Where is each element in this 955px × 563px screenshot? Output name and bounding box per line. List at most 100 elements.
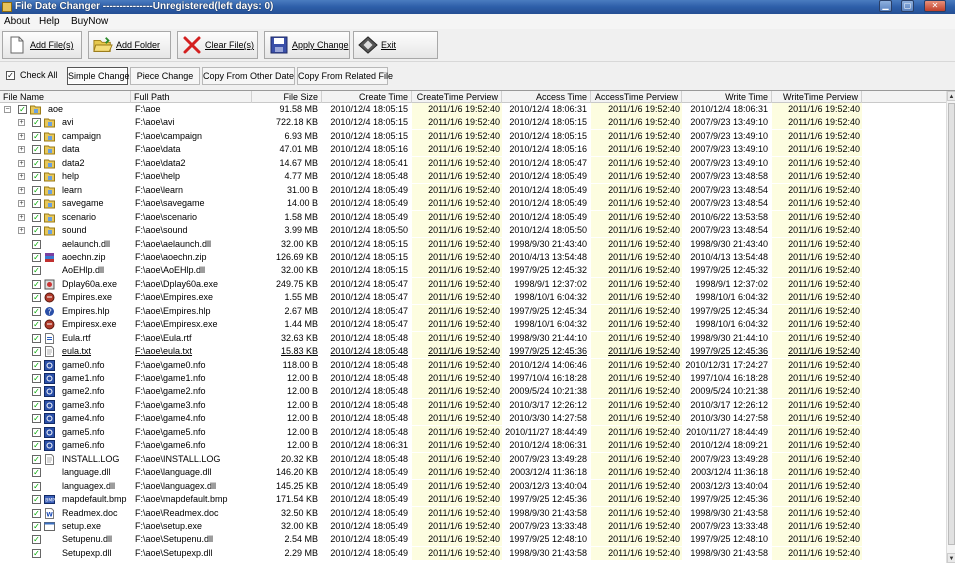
table-row[interactable]: ✓ Empires.exe F:\aoe\Empires.exe 1.55 MB 201… [0, 291, 946, 305]
expand-icon[interactable]: + [18, 186, 25, 194]
table-row[interactable]: ✓ game4.nfo F:\aoe\game4.nfo 12.00 B 2010/12… [0, 412, 946, 426]
expand-icon[interactable]: + [18, 119, 25, 127]
collapse-icon[interactable]: − [4, 106, 11, 113]
maximize-button[interactable]: ▢ [901, 0, 914, 12]
table-row[interactable]: ✓ aoechn.zip F:\aoe\aoechn.zip 126.69 KB 201… [0, 250, 946, 264]
column-header-file-size[interactable]: File Size [252, 91, 322, 103]
row-checkbox[interactable]: ✓ [32, 145, 41, 155]
table-row[interactable]: + ✓ scenario F:\aoe\scenario 1.58 MB 2010/12/… [0, 210, 946, 224]
table-row[interactable]: ✓ Dplay60a.exe F:\aoe\Dplay60a.exe 249.75 K… [0, 277, 946, 291]
row-checkbox[interactable]: ✓ [32, 158, 41, 168]
expand-icon[interactable]: + [18, 159, 25, 167]
table-row[interactable]: + ✓ avi F:\aoe\avi 722.18 KB 2010/12/4 18:05:… [0, 116, 946, 130]
row-checkbox[interactable]: ✓ [32, 212, 41, 222]
table-row[interactable]: ✓ game0.nfo F:\aoe\game0.nfo 118.00 B 2010/1… [0, 358, 946, 372]
tab-simple-change[interactable]: Simple Change [67, 67, 130, 85]
row-checkbox[interactable]: ✓ [32, 252, 41, 262]
row-checkbox[interactable]: ✓ [32, 508, 41, 518]
expand-icon[interactable]: + [18, 132, 25, 140]
table-row[interactable]: ✓ languagex.dll F:\aoe\languagex.dll 145.25… [0, 479, 946, 493]
exit-button[interactable]: Exit [353, 31, 438, 59]
table-row[interactable]: − ✓ aoe F:\aoe 91.58 MB 2010/12/4 18:05:15 201… [0, 103, 946, 116]
column-header-accesstime-preview[interactable]: AccessTime Perview [591, 91, 682, 103]
row-checkbox[interactable]: ✓ [32, 199, 41, 209]
clear-files-button[interactable]: Clear File(s) [177, 31, 258, 59]
column-header-write-time[interactable]: Write Time [682, 91, 772, 103]
table-row[interactable]: ✓ game6.nfo F:\aoe\game6.nfo 12.00 B 2010/12… [0, 439, 946, 453]
row-checkbox[interactable]: ✓ [18, 105, 27, 114]
row-checkbox[interactable]: ✓ [32, 293, 41, 303]
table-row[interactable]: ✓ Setupexp.dll F:\aoe\Setupexp.dll 2.29 MB 2… [0, 546, 946, 560]
table-row[interactable]: ✓ language.dll F:\aoe\language.dll 146.20 K… [0, 466, 946, 480]
column-header-access-time[interactable]: Access Time [502, 91, 591, 103]
check-all-control[interactable]: ✓ Check All [6, 70, 58, 80]
table-row[interactable]: + ✓ data2 F:\aoe\data2 14.67 MB 2010/12/4 18:… [0, 156, 946, 170]
row-checkbox[interactable]: ✓ [32, 441, 41, 451]
column-header-full-path[interactable]: Full Path [131, 91, 252, 103]
row-checkbox[interactable]: ✓ [32, 185, 41, 195]
menu-about[interactable]: About [4, 14, 30, 29]
table-row[interactable]: ✓ setup.exe F:\aoe\setup.exe 32.00 KB 2010/1… [0, 519, 946, 533]
close-button[interactable]: ✕ [924, 0, 946, 12]
tab-piece-change[interactable]: Piece Change [130, 67, 200, 85]
column-header-writetime-preview[interactable]: WriteTime Perview [772, 91, 862, 103]
check-all-checkbox[interactable]: ✓ [6, 70, 15, 80]
add-files-button[interactable]: Add File(s) [2, 31, 82, 59]
menu-help[interactable]: Help [39, 14, 60, 29]
table-row[interactable]: ✓ eula.txt F:\aoe\eula.txt 15.83 KB 2010/12/… [0, 345, 946, 359]
scroll-thumb[interactable] [948, 103, 955, 545]
row-checkbox[interactable]: ✓ [32, 360, 41, 370]
row-checkbox[interactable]: ✓ [32, 427, 41, 437]
row-checkbox[interactable]: ✓ [32, 239, 41, 249]
row-checkbox[interactable]: ✓ [32, 495, 41, 505]
table-row[interactable]: ✓ BMP mapdefault.bmp F:\aoe\mapdefault.bmp 1… [0, 493, 946, 507]
row-checkbox[interactable]: ✓ [32, 131, 41, 141]
table-row[interactable]: ✓ Eula.rtf F:\aoe\Eula.rtf 32.63 KB 2010/12/… [0, 331, 946, 345]
row-checkbox[interactable]: ✓ [32, 333, 41, 343]
expand-icon[interactable]: + [18, 213, 25, 221]
table-row[interactable]: + ✓ campaign F:\aoe\campaign 6.93 MB 2010/12/… [0, 129, 946, 143]
expand-icon[interactable]: + [18, 173, 25, 181]
table-row[interactable]: ✓ AoEHlp.dll F:\aoe\AoEHlp.dll 32.00 KB 2010… [0, 264, 946, 278]
table-row[interactable]: ✓ W Readmex.doc F:\aoe\Readmex.doc 32.50 KB 2… [0, 506, 946, 520]
row-checkbox[interactable]: ✓ [32, 454, 41, 464]
add-folder-button[interactable]: Add Folder [88, 31, 171, 59]
table-row[interactable]: + ✓ sound F:\aoe\sound 3.99 MB 2010/12/4 18:0… [0, 224, 946, 238]
column-header-file-name[interactable]: File Name [0, 91, 131, 103]
row-checkbox[interactable]: ✓ [32, 320, 41, 330]
row-checkbox[interactable]: ✓ [32, 347, 41, 357]
row-checkbox[interactable]: ✓ [32, 306, 41, 316]
row-checkbox[interactable]: ✓ [32, 118, 41, 128]
expand-icon[interactable]: + [18, 146, 25, 154]
table-row[interactable]: + ✓ data F:\aoe\data 47.01 MB 2010/12/4 18:05… [0, 143, 946, 157]
apply-change-button[interactable]: Apply Change [264, 31, 350, 59]
table-row[interactable]: ✓ INSTALL.LOG F:\aoe\INSTALL.LOG 20.32 KB 20… [0, 452, 946, 466]
row-checkbox[interactable]: ✓ [32, 414, 41, 424]
row-checkbox[interactable]: ✓ [32, 548, 41, 558]
minimize-button[interactable]: ▁ [879, 0, 892, 12]
row-checkbox[interactable]: ✓ [32, 172, 41, 182]
scroll-up-arrow[interactable]: ▲ [947, 91, 955, 101]
row-checkbox[interactable]: ✓ [32, 521, 41, 531]
row-checkbox[interactable]: ✓ [32, 226, 41, 236]
table-row[interactable]: + ✓ learn F:\aoe\learn 31.00 B 2010/12/4 18:0… [0, 183, 946, 197]
expand-icon[interactable]: + [18, 200, 25, 208]
table-row[interactable]: + ✓ savegame F:\aoe\savegame 14.00 B 2010/12/… [0, 197, 946, 211]
menu-buynow[interactable]: BuyNow [71, 14, 108, 29]
tab-copy-from-other-date[interactable]: Copy From Other Date [202, 67, 295, 85]
row-checkbox[interactable]: ✓ [32, 400, 41, 410]
column-header-createtime-preview[interactable]: CreateTime Perview [412, 91, 502, 103]
vertical-scrollbar[interactable]: ▲ ▼ [946, 91, 955, 563]
table-row[interactable]: ✓ aelaunch.dll F:\aoe\aelaunch.dll 32.00 KB… [0, 237, 946, 251]
table-row[interactable]: ✓ game3.nfo F:\aoe\game3.nfo 12.00 B 2010/12… [0, 398, 946, 412]
row-checkbox[interactable]: ✓ [32, 266, 41, 276]
row-checkbox[interactable]: ✓ [32, 535, 41, 545]
tab-copy-from-related-file[interactable]: Copy From Related File [297, 67, 393, 85]
row-checkbox[interactable]: ✓ [32, 468, 41, 478]
row-checkbox[interactable]: ✓ [32, 279, 41, 289]
table-row[interactable]: ✓ game1.nfo F:\aoe\game1.nfo 12.00 B 2010/12… [0, 372, 946, 385]
table-row[interactable]: ✓? Empires.hlp F:\aoe\Empires.hlp 2.67 MB 20… [0, 304, 946, 318]
table-row[interactable]: ✓ Setupenu.dll F:\aoe\Setupenu.dll 2.54 MB 2… [0, 533, 946, 547]
table-row[interactable]: ✓ game5.nfo F:\aoe\game5.nfo 12.00 B 2010/12… [0, 425, 946, 439]
row-checkbox[interactable]: ✓ [32, 387, 41, 397]
